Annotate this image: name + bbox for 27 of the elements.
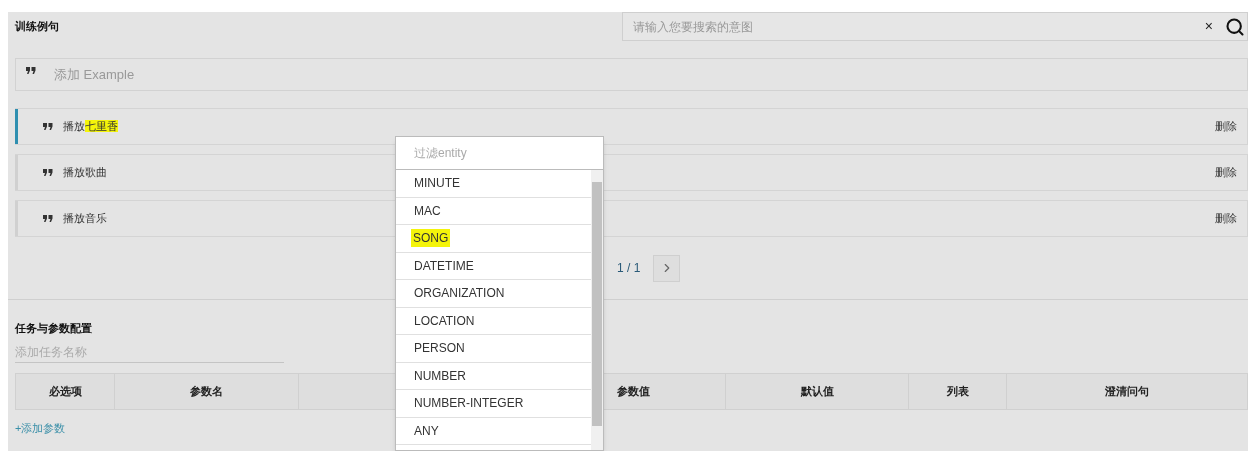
delete-link[interactable]: 删除 <box>1215 164 1237 181</box>
column-header: 必选项 <box>48 383 82 399</box>
example-text: 播放音乐 <box>63 211 107 227</box>
filter-field[interactable]: 过滤entity <box>396 137 603 170</box>
column-header: 参数值 <box>617 383 650 399</box>
quote-icon <box>43 215 53 222</box>
column-header: 澄清问句 <box>1105 383 1149 399</box>
page-indicator: 1 / 1 <box>617 260 641 277</box>
delete-link[interactable]: 删除 <box>1215 210 1237 227</box>
entity-option[interactable]: SONG <box>396 225 591 253</box>
clear-button[interactable]: × <box>1204 16 1213 37</box>
section-title: 任务与参数配置 <box>15 321 92 336</box>
scrollbar[interactable] <box>591 170 603 450</box>
section-title: 训练例句 <box>15 19 59 35</box>
delete-link[interactable]: 删除 <box>1215 118 1237 135</box>
quote-icon <box>43 123 53 130</box>
search-icon[interactable] <box>1225 16 1245 37</box>
example-text: 播放歌曲 <box>63 165 107 181</box>
example-text: 播放七里香 <box>63 119 118 135</box>
column-header: 列表 <box>946 383 969 399</box>
quote-icon <box>26 67 36 74</box>
add-example-field[interactable]: 添加 Example <box>15 58 1248 91</box>
quote-icon <box>43 169 53 176</box>
next-page-button[interactable] <box>653 254 681 282</box>
search-field[interactable]: 请输入您要搜索的意图 × <box>622 12 1248 41</box>
column-header: 默认值 <box>800 383 834 399</box>
column-header: 参数名 <box>190 383 223 399</box>
